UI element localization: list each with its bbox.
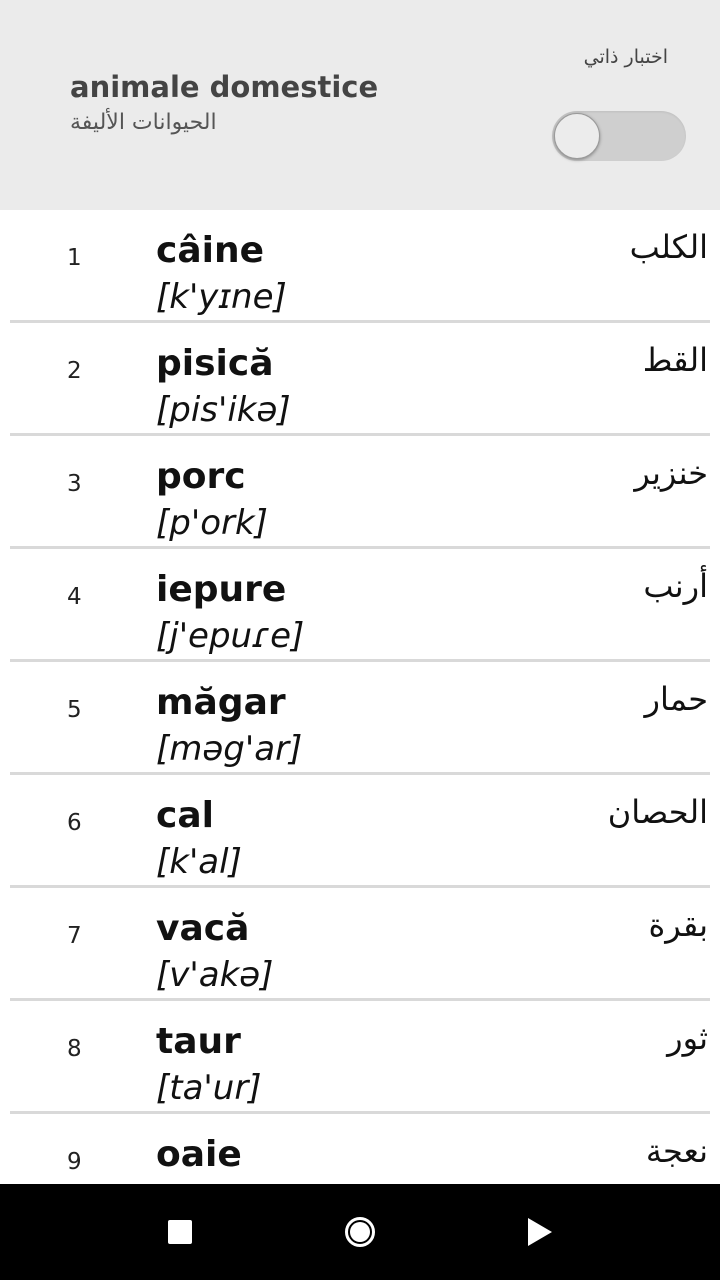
item-translation: الحصان [607,793,708,831]
system-navigation-bar [0,1184,720,1280]
vocabulary-list[interactable]: 1 câine [k'yɪne] الكلب 2 pisică [pis'ikə… [0,210,720,1184]
recents-button[interactable] [154,1206,206,1258]
item-number: 6 [67,810,82,836]
triangle-icon [528,1218,552,1246]
list-item[interactable]: 6 cal [k'al] الحصان [0,775,720,888]
item-number: 5 [67,697,82,723]
item-word: oaie [156,1134,242,1175]
toggle-thumb[interactable] [554,113,600,159]
item-translation: ثور [667,1019,708,1057]
item-pronunciation: [v'akə] [156,955,274,995]
list-item[interactable]: 7 vacă [v'akə] بقرة [0,888,720,1001]
item-word: vacă [156,908,250,949]
item-pronunciation: [pis'ikə] [156,390,291,430]
list-item[interactable]: 3 porc [p'ork] خنزير [0,436,720,549]
list-item[interactable]: 9 oaie نعجة [0,1114,720,1184]
item-translation: الكلب [629,228,708,266]
item-number: 7 [67,923,82,949]
circle-icon [345,1217,375,1247]
home-button[interactable] [334,1206,386,1258]
lesson-title: animale domestice [70,70,379,104]
item-number: 8 [67,1036,82,1062]
item-word: cal [156,795,214,836]
self-test-toggle[interactable] [552,111,686,161]
list-item[interactable]: 5 măgar [məg'ar] حمار [0,662,720,775]
item-translation: خنزير [634,454,708,492]
list-item[interactable]: 8 taur [ta'ur] ثور [0,1001,720,1114]
header: animale domestice الحيوانات الأليفة اختب… [0,0,720,210]
item-translation: نعجة [645,1132,708,1170]
item-number: 4 [67,584,82,610]
circle-dot [350,1222,370,1242]
item-number: 1 [67,245,82,271]
item-pronunciation: [ta'ur] [156,1068,262,1108]
item-word: porc [156,456,246,497]
item-word: taur [156,1021,241,1062]
item-word: măgar [156,682,286,723]
item-number: 9 [67,1149,82,1175]
item-translation: القط [642,341,708,379]
list-item[interactable]: 2 pisică [pis'ikə] القط [0,323,720,436]
item-translation: حمار [644,680,708,718]
item-pronunciation: [k'al] [156,842,242,882]
item-word: pisică [156,343,274,384]
item-pronunciation: [p'ork] [156,503,268,543]
item-pronunciation: [j'epuɾe] [156,616,305,656]
item-translation: بقرة [648,906,708,944]
item-number: 3 [67,471,82,497]
item-translation: أرنب [643,567,708,605]
square-icon [168,1220,192,1244]
back-button[interactable] [514,1206,566,1258]
list-item[interactable]: 4 iepure [j'epuɾe] أرنب [0,549,720,662]
item-pronunciation: [məg'ar] [156,729,303,769]
self-test-label: اختبار ذاتي [583,46,668,68]
item-word: iepure [156,569,287,610]
list-item[interactable]: 1 câine [k'yɪne] الكلب [0,210,720,323]
item-number: 2 [67,358,82,384]
item-pronunciation: [k'yɪne] [156,277,287,317]
item-word: câine [156,230,265,271]
lesson-subtitle: الحيوانات الأليفة [70,110,217,135]
